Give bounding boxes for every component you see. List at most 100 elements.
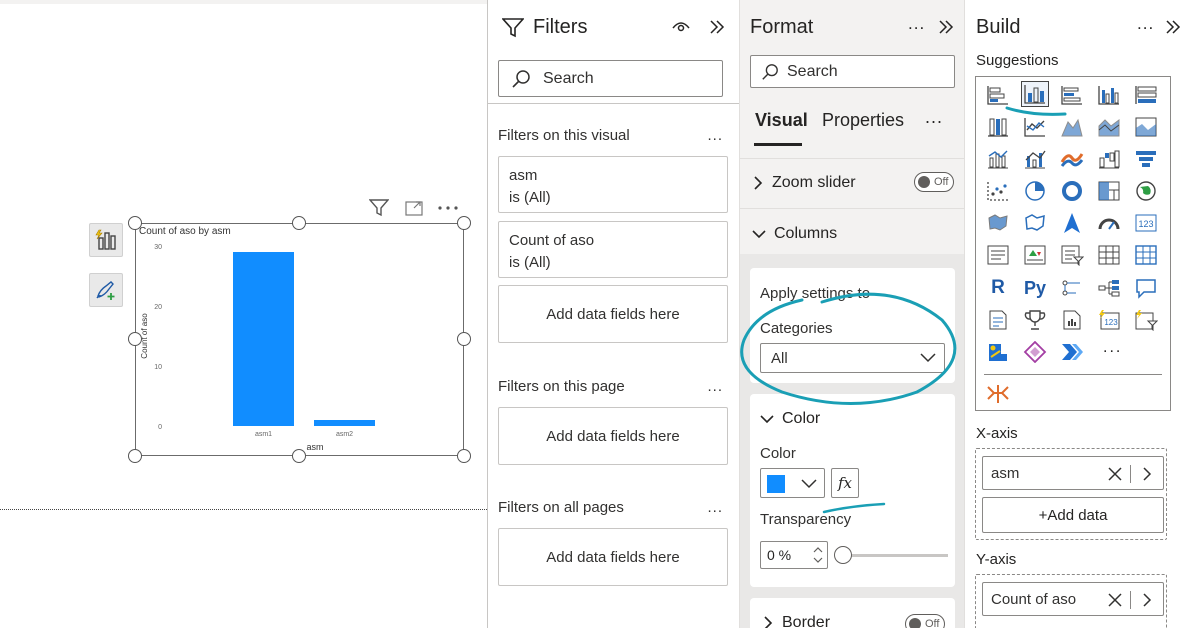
shape-map-icon[interactable] [1021, 210, 1049, 236]
visual-filters-drop-zone[interactable]: Add data fields here [498, 285, 728, 343]
build-visual-tool-button[interactable] [89, 223, 123, 257]
map-icon[interactable] [1132, 178, 1160, 204]
format-divider [740, 158, 965, 159]
transparency-slider-thumb[interactable] [834, 546, 852, 564]
remove-field-icon[interactable] [1107, 592, 1123, 608]
border-card: Border Off [750, 598, 955, 628]
resize-handle-top-left[interactable] [128, 216, 142, 230]
bar-asm2[interactable] [314, 420, 375, 426]
resize-handle-bottom-right[interactable] [457, 449, 471, 463]
tab-visual[interactable]: Visual [755, 110, 808, 131]
decomposition-tree-icon[interactable] [1095, 275, 1123, 301]
azure-map-icon[interactable] [1058, 210, 1086, 236]
narrative-icon[interactable] [984, 307, 1012, 333]
key-influencers-icon[interactable] [1058, 275, 1086, 301]
bar-asm1[interactable] [233, 252, 294, 426]
collapse-filters-icon[interactable] [709, 19, 725, 35]
build-more-button[interactable]: ... [1137, 14, 1154, 34]
power-automate-icon[interactable] [1058, 339, 1086, 365]
tab-properties[interactable]: Properties [822, 110, 904, 131]
chevron-right-icon[interactable] [1141, 466, 1153, 482]
100-percent-area-chart-icon[interactable] [1132, 114, 1160, 140]
r-script-visual-icon[interactable]: R [984, 275, 1012, 301]
multi-row-card-icon[interactable] [984, 242, 1012, 268]
format-visual-tool-button[interactable] [89, 273, 123, 307]
border-toggle[interactable]: Off [905, 614, 945, 628]
slicer-icon[interactable] [1058, 242, 1086, 268]
python-visual-icon[interactable]: Py [1021, 275, 1049, 301]
color-picker-button[interactable] [760, 468, 825, 498]
filters-search-input[interactable]: Search [498, 60, 723, 97]
scatter-chart-icon[interactable] [984, 178, 1012, 204]
y-axis-well[interactable]: Count of aso [975, 574, 1167, 628]
more-visuals-button[interactable]: ... [1103, 339, 1122, 357]
goals-trophy-icon[interactable] [1021, 307, 1049, 333]
waterfall-chart-icon[interactable] [1095, 146, 1123, 172]
funnel-chart-icon[interactable] [1132, 146, 1160, 172]
report-canvas[interactable]: Count of aso by asm Count of aso asm 0 10… [0, 0, 487, 628]
remove-field-icon[interactable] [1107, 466, 1123, 482]
collapse-format-icon[interactable] [938, 19, 954, 35]
kpi-icon[interactable] [1021, 242, 1049, 268]
y-axis-well-label: Y-axis [976, 551, 1017, 568]
clustered-column-chart-icon[interactable] [1095, 82, 1123, 108]
chevron-right-icon[interactable] [1141, 592, 1153, 608]
power-apps-icon[interactable] [1021, 339, 1049, 365]
resize-handle-left[interactable] [128, 332, 142, 346]
line-stacked-column-chart-icon[interactable] [984, 146, 1012, 172]
treemap-icon[interactable] [1095, 178, 1123, 204]
ribbon-chart-icon[interactable] [1058, 146, 1086, 172]
spinner-icon[interactable] [813, 546, 823, 564]
qa-visual-icon[interactable] [1132, 275, 1160, 301]
table-icon[interactable] [1095, 242, 1123, 268]
x-axis-add-data-button[interactable]: +Add data [982, 497, 1164, 533]
page-filters-drop-zone[interactable]: Add data fields here [498, 407, 728, 465]
x-axis-field-pill[interactable]: asm [982, 456, 1164, 490]
matrix-icon[interactable] [1132, 242, 1160, 268]
x-axis-well[interactable]: asm +Add data [975, 448, 1167, 540]
card-icon[interactable]: 123 [1132, 210, 1160, 236]
y-axis-field-name: Count of aso [991, 590, 1077, 608]
donut-chart-icon[interactable] [1058, 178, 1086, 204]
filters-page-more-button[interactable]: ... [707, 378, 723, 395]
paginated-report-icon[interactable] [1058, 307, 1086, 333]
transparency-input[interactable]: 0 % [760, 541, 828, 569]
stacked-area-chart-icon[interactable] [1095, 114, 1123, 140]
filters-all-more-button[interactable]: ... [707, 499, 723, 516]
line-clustered-column-chart-icon[interactable] [1021, 146, 1049, 172]
filters-visual-more-button[interactable]: ... [707, 127, 723, 144]
visual-filter-button[interactable] [366, 197, 392, 219]
bar-chart-visual[interactable]: Count of aso by asm Count of aso asm 0 10… [135, 223, 464, 456]
zoom-slider-toggle[interactable]: Off [914, 172, 954, 192]
all-pages-filters-drop-zone[interactable]: Add data fields here [498, 528, 728, 586]
custom-visual-icon[interactable] [984, 339, 1012, 365]
smart-card-icon[interactable]: 123 [1095, 307, 1123, 333]
resize-handle-top-right[interactable] [457, 216, 471, 230]
transparency-slider-track[interactable] [843, 554, 948, 557]
resize-handle-right[interactable] [457, 332, 471, 346]
100-percent-bar-chart-icon[interactable] [1132, 82, 1160, 108]
resize-handle-bottom-left[interactable] [128, 449, 142, 463]
filled-map-icon[interactable] [984, 210, 1012, 236]
resize-handle-bottom[interactable] [292, 449, 306, 463]
conditional-formatting-fx-button[interactable]: fx [831, 468, 859, 498]
eye-icon[interactable] [672, 19, 690, 33]
format-tabs-more-button[interactable]: ... [925, 107, 943, 128]
y-axis-field-pill[interactable]: Count of aso [982, 582, 1164, 616]
filter-card-count-of-aso[interactable]: Count of aso is (All) [498, 221, 728, 278]
collapse-build-icon[interactable] [1165, 19, 1181, 35]
pie-chart-icon[interactable] [1021, 178, 1049, 204]
gauge-icon[interactable] [1095, 210, 1123, 236]
border-section-header[interactable]: Border [762, 614, 830, 628]
custom-visual-orange-icon[interactable] [984, 381, 1012, 407]
focus-mode-button[interactable] [401, 197, 427, 219]
columns-section[interactable]: Columns [740, 223, 965, 245]
format-search-input[interactable]: Search [750, 55, 955, 88]
visual-more-options-button[interactable] [435, 197, 461, 219]
format-more-button[interactable]: ... [908, 14, 925, 34]
filter-card-asm[interactable]: asm is (All) [498, 156, 728, 213]
visualization-gallery: 123 R Py 123 ... [975, 76, 1171, 411]
canvas-top-strip [0, 0, 487, 4]
resize-handle-top[interactable] [292, 216, 306, 230]
smart-slicer-icon[interactable] [1132, 307, 1160, 333]
